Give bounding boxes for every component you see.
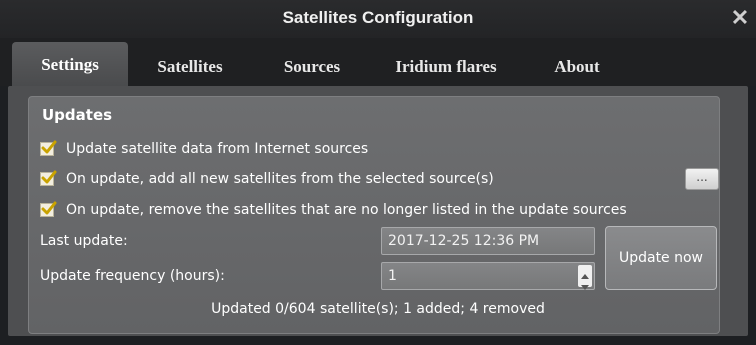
- update-now-button[interactable]: Update now: [605, 226, 717, 290]
- checkmark-icon: [41, 170, 57, 184]
- last-update-field: 2017-12-25 12:36 PM: [381, 227, 595, 255]
- checkmark-icon: [41, 201, 57, 215]
- tab-iridium-flares[interactable]: Iridium flares: [376, 50, 516, 86]
- checkbox-box[interactable]: [40, 170, 57, 186]
- update-frequency-input[interactable]: 1: [381, 262, 595, 290]
- update-frequency-label: Update frequency (hours):: [40, 268, 225, 284]
- checkbox-box[interactable]: [40, 140, 57, 156]
- checkbox-label: Update satellite data from Internet sour…: [66, 141, 369, 157]
- checkbox-box[interactable]: [40, 201, 57, 217]
- remove-unlisted-satellites-checkbox[interactable]: On update, remove the satellites that ar…: [40, 201, 740, 221]
- updates-section-title: Updates: [42, 106, 113, 124]
- update-frequency-value: 1: [388, 268, 397, 284]
- satellites-config-window: Satellites Configuration ✕ Settings Sate…: [0, 0, 756, 345]
- edit-sources-button[interactable]: ...: [685, 168, 719, 190]
- spin-down-icon[interactable]: [578, 276, 592, 290]
- checkbox-label: On update, add all new satellites from t…: [66, 171, 494, 187]
- spin-up-icon[interactable]: [578, 265, 592, 279]
- update-status-text: Updated 0/604 satellite(s); 1 added; 4 r…: [211, 301, 545, 317]
- window-title: Satellites Configuration: [282, 8, 474, 27]
- tab-bar: Settings Satellites Sources Iridium flar…: [0, 38, 756, 86]
- update-from-internet-checkbox[interactable]: Update satellite data from Internet sour…: [40, 140, 460, 160]
- tab-satellites[interactable]: Satellites: [138, 50, 242, 86]
- frequency-spinner[interactable]: [578, 265, 592, 290]
- last-update-label: Last update:: [40, 233, 128, 249]
- checkbox-label: On update, remove the satellites that ar…: [66, 202, 627, 218]
- title-bar[interactable]: Satellites Configuration ✕: [0, 0, 756, 38]
- tab-sources[interactable]: Sources: [264, 50, 360, 86]
- checkmark-icon: [41, 140, 57, 154]
- tab-settings[interactable]: Settings: [12, 42, 128, 86]
- add-new-satellites-checkbox[interactable]: On update, add all new satellites from t…: [40, 170, 600, 190]
- close-icon[interactable]: ✕: [728, 6, 752, 30]
- tab-about[interactable]: About: [538, 50, 616, 86]
